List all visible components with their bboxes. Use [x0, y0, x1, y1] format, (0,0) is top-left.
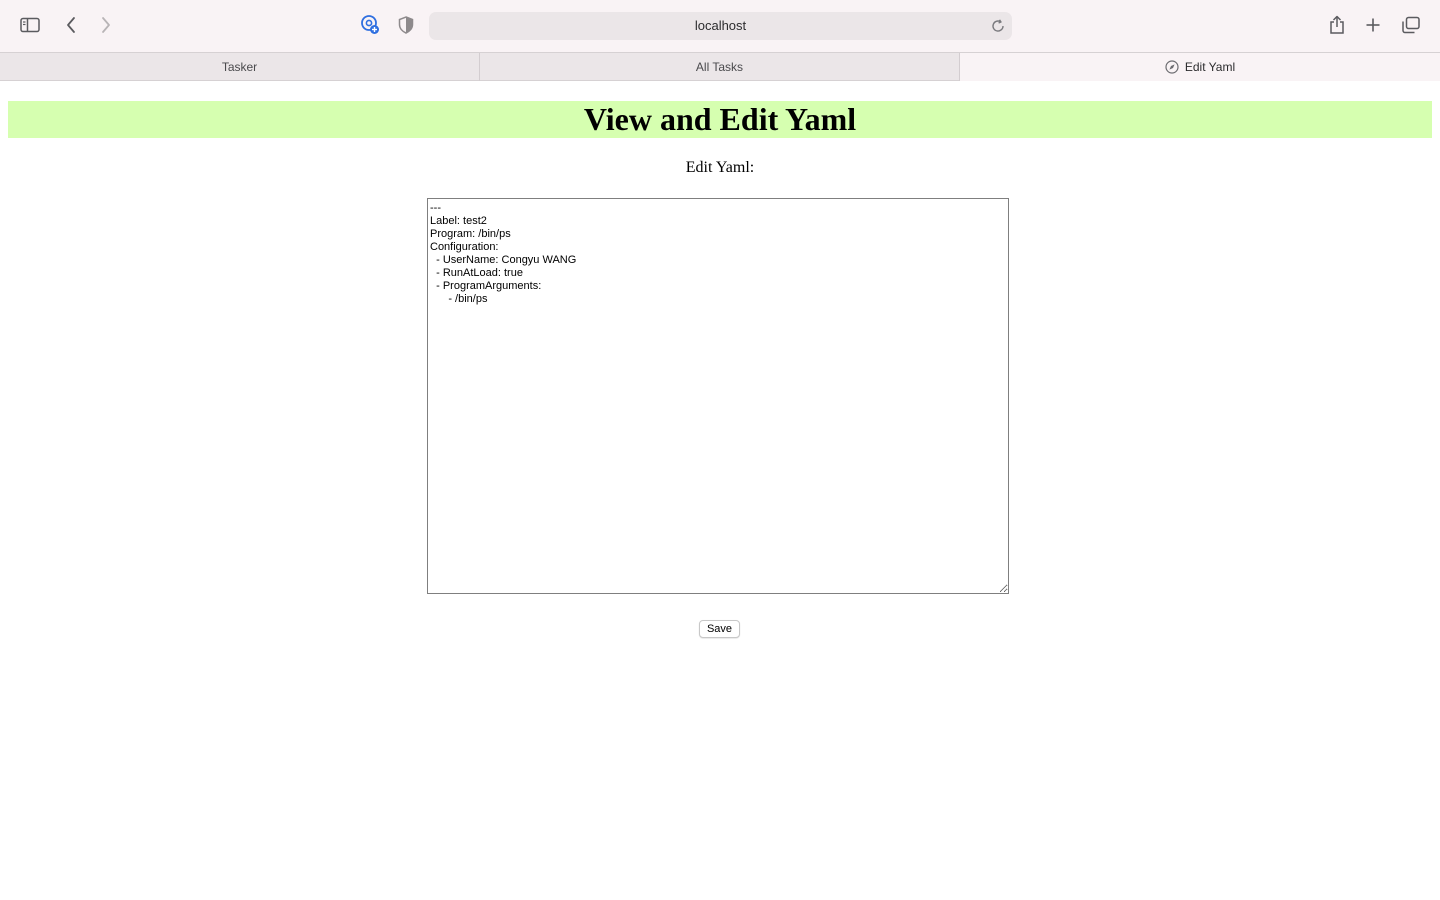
share-icon[interactable] — [1323, 11, 1351, 39]
compass-icon — [1165, 60, 1179, 74]
save-button[interactable]: Save — [699, 620, 740, 638]
back-icon[interactable] — [57, 11, 85, 39]
reload-icon[interactable] — [990, 18, 1006, 34]
new-tab-icon[interactable] — [1359, 11, 1387, 39]
sidebar-icon[interactable] — [16, 11, 44, 39]
browser-toolbar: localhost — [0, 0, 1440, 52]
tab-overview-icon[interactable] — [1397, 11, 1425, 39]
edit-yaml-label: Edit Yaml: — [685, 159, 755, 176]
yaml-textarea[interactable]: --- Label: test2 Program: /bin/ps Config… — [427, 198, 1009, 594]
tab-label: Tasker — [221, 60, 258, 74]
tab-all-tasks[interactable]: All Tasks — [480, 53, 960, 81]
forward-icon[interactable] — [92, 11, 120, 39]
tab-label: All Tasks — [695, 60, 744, 74]
address-text[interactable]: localhost — [429, 12, 1012, 40]
tab-bar: Tasker All Tasks Edit Yaml — [0, 52, 1440, 81]
tab-label: Edit Yaml — [1184, 60, 1236, 74]
page-title: View and Edit Yaml — [583, 101, 857, 137]
page-content: View and Edit Yaml Edit Yaml: --- Label:… — [0, 81, 1440, 900]
shield-icon[interactable] — [392, 11, 420, 39]
tab-edit-yaml[interactable]: Edit Yaml — [960, 53, 1440, 81]
tab-tasker[interactable]: Tasker — [0, 53, 480, 81]
extension-icon[interactable] — [356, 11, 384, 39]
heading-banner: View and Edit Yaml — [8, 101, 1432, 138]
address-bar[interactable]: localhost — [429, 12, 1012, 40]
